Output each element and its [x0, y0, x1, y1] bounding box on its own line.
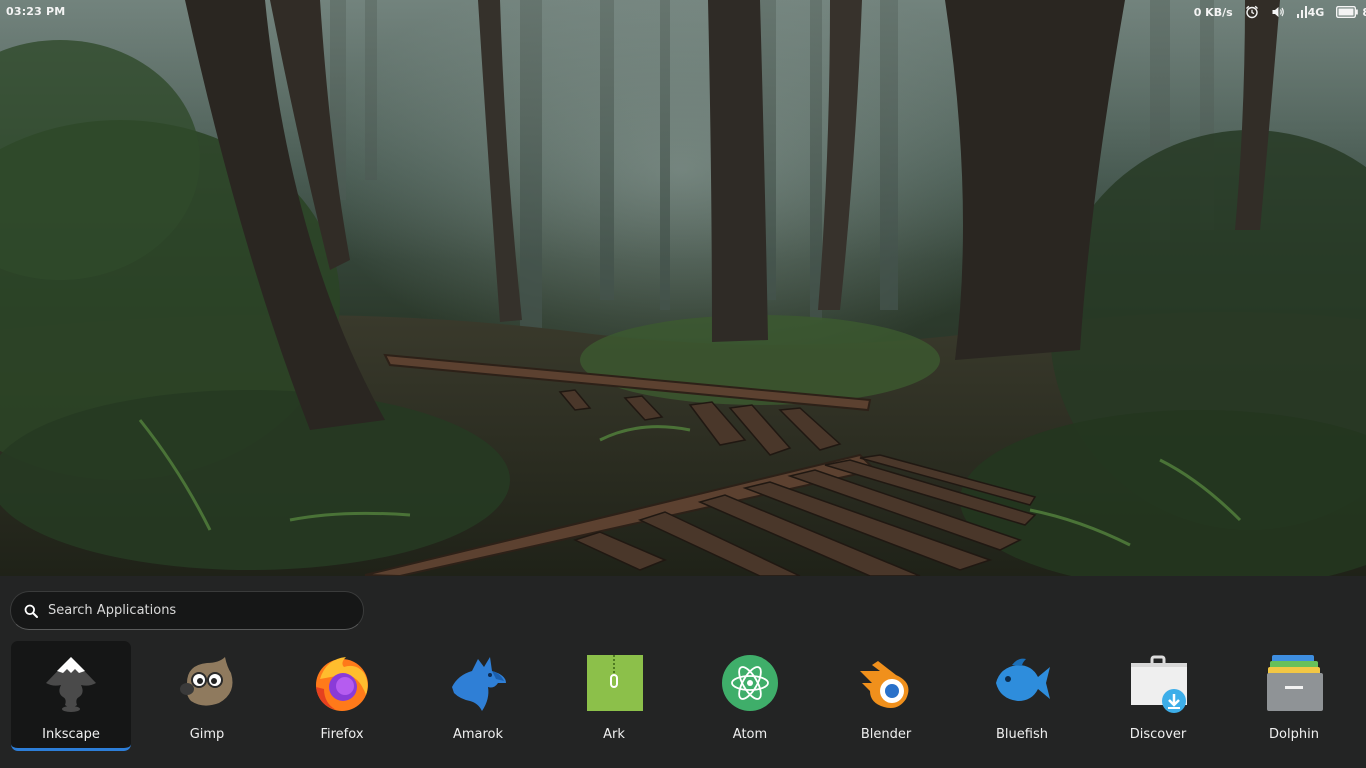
app-label: Bluefish	[996, 727, 1048, 742]
network-speed[interactable]: 0 KB/s	[1194, 6, 1233, 19]
battery-level: 8	[1362, 6, 1366, 19]
app-amarok[interactable]: Amarok	[418, 641, 538, 751]
dolphin-icon	[1267, 655, 1323, 711]
app-discover[interactable]: Discover	[1098, 641, 1218, 751]
app-label: Inkscape	[42, 727, 100, 742]
top-panel: 03:23 PM 0 KB/s 4G	[0, 0, 1366, 24]
app-atom[interactable]: Atom	[690, 641, 810, 751]
app-label: Amarok	[452, 727, 504, 742]
discover-icon	[1131, 655, 1187, 713]
desktop-wallpaper	[0, 0, 1366, 576]
ark-icon	[587, 655, 643, 711]
search-box[interactable]	[10, 591, 364, 630]
volume-icon[interactable]	[1271, 5, 1285, 19]
app-label: Firefox	[320, 727, 364, 742]
search-input[interactable]	[38, 592, 363, 629]
alarm-icon[interactable]	[1245, 5, 1259, 19]
app-inkscape[interactable]: Inkscape	[11, 641, 131, 751]
app-label: Atom	[732, 727, 768, 742]
search-icon	[24, 604, 38, 618]
battery-icon	[1336, 6, 1359, 18]
app-label: Gimp	[189, 727, 225, 742]
app-label: Ark	[603, 727, 625, 742]
amarok-icon	[452, 657, 506, 711]
clock[interactable]: 03:23 PM	[6, 5, 65, 18]
app-label: Dolphin	[1269, 727, 1319, 742]
firefox-icon	[316, 657, 368, 711]
battery-indicator[interactable]: 8	[1336, 6, 1366, 19]
app-bluefish[interactable]: Bluefish	[962, 641, 1082, 751]
app-dolphin[interactable]: Dolphin	[1234, 641, 1354, 751]
app-ark[interactable]: Ark	[554, 641, 674, 751]
system-tray: 0 KB/s 4G	[1182, 3, 1366, 21]
network-type: 4G	[1307, 5, 1325, 19]
bluefish-icon	[996, 658, 1050, 701]
app-label: Blender	[860, 727, 912, 742]
app-firefox[interactable]: Firefox	[282, 641, 402, 751]
signal-icon[interactable]: 4G	[1296, 5, 1325, 19]
app-blender[interactable]: Blender	[826, 641, 946, 751]
blender-icon	[860, 661, 909, 708]
application-launcher: Inkscape Gimp Firefox	[0, 576, 1366, 768]
inkscape-icon	[46, 657, 96, 712]
app-label: Discover	[1129, 727, 1187, 742]
app-grid: Inkscape Gimp Firefox Amarok Ark Atom Bl…	[0, 641, 1366, 753]
gimp-icon	[180, 657, 233, 706]
app-gimp[interactable]: Gimp	[147, 641, 267, 751]
atom-icon	[722, 655, 778, 711]
forest-wallpaper-image	[0, 0, 1366, 576]
